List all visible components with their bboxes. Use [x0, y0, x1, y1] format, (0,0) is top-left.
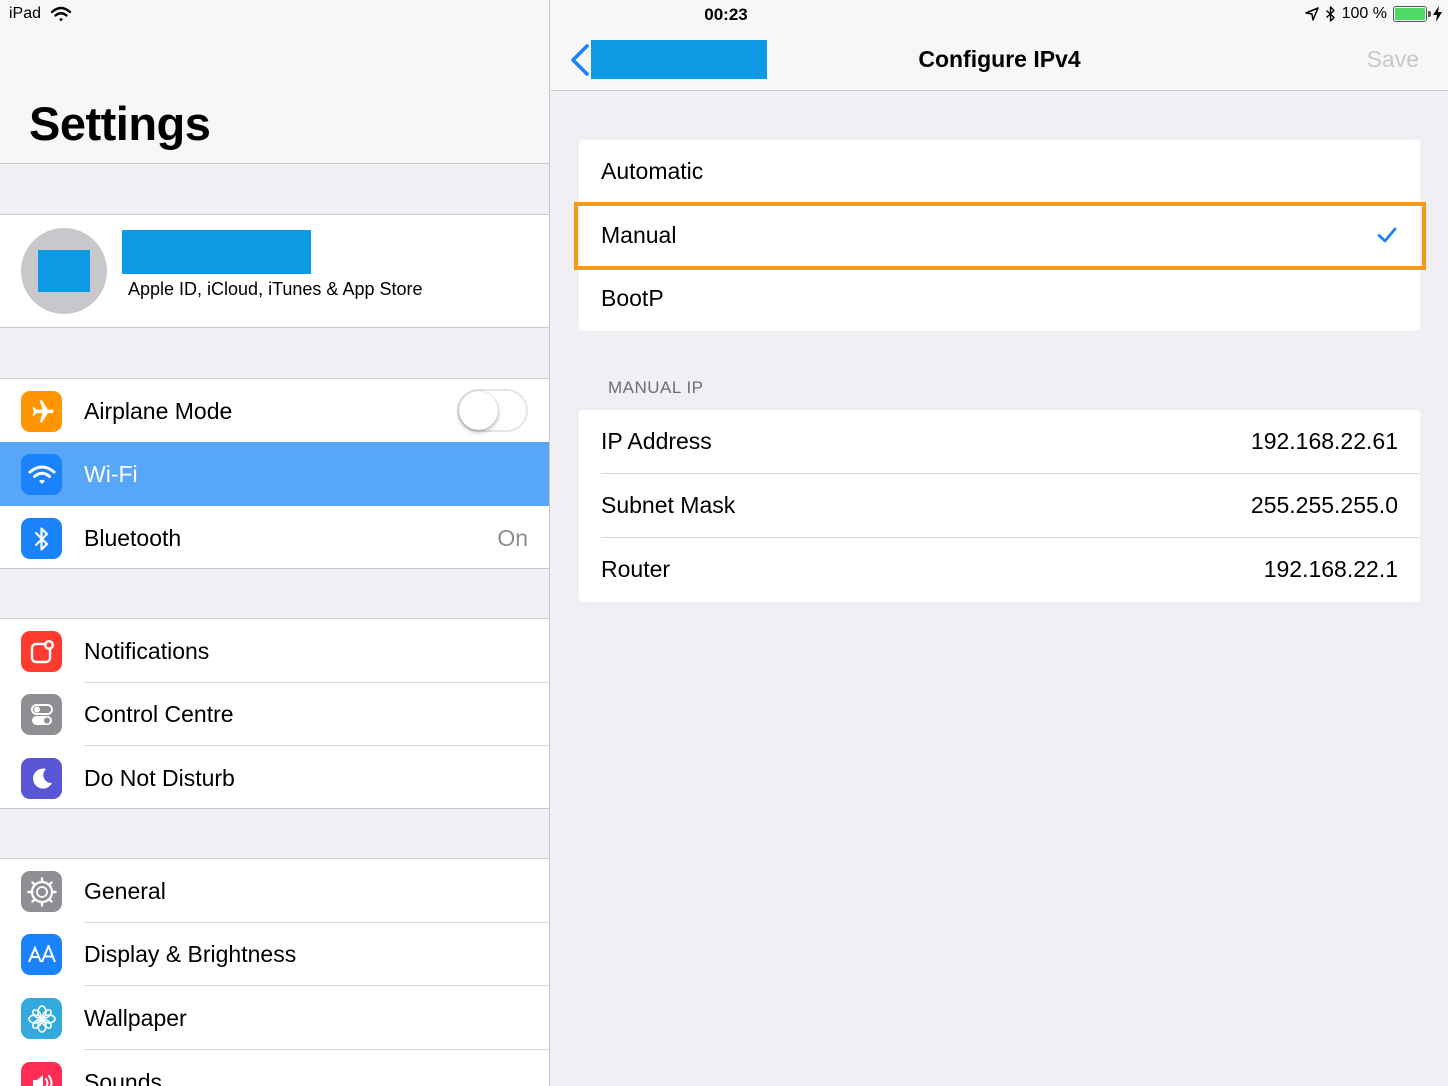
manual-ip-fields: IP Address 192.168.22.61 Subnet Mask 255…	[579, 410, 1420, 602]
avatar	[21, 228, 107, 314]
airplane-mode-toggle[interactable]	[457, 389, 528, 432]
option-label: Manual	[601, 222, 677, 248]
general-group: General Display & Brightness Wallpaper S…	[0, 858, 549, 1086]
sidebar-item-wifi[interactable]: Wi-Fi	[0, 442, 549, 506]
configure-ipv4-pane: Configure IPv4 Save Automatic Manual Boo…	[551, 0, 1448, 1086]
moon-icon	[21, 758, 62, 799]
bluetooth-icon	[21, 518, 62, 559]
sidebar-item-label: Wi-Fi	[84, 461, 138, 487]
subnet-mask-field[interactable]: Subnet Mask 255.255.255.0	[579, 474, 1420, 538]
location-arrow-icon	[1304, 7, 1319, 21]
option-automatic[interactable]: Automatic	[579, 140, 1420, 204]
sidebar-item-display-brightness[interactable]: Display & Brightness	[0, 922, 549, 986]
sidebar-item-airplane-mode[interactable]: Airplane Mode	[0, 379, 549, 443]
sidebar-item-sounds[interactable]: Sounds	[0, 1050, 549, 1086]
wifi-icon	[21, 454, 62, 495]
sidebar-item-label: Notifications	[84, 638, 210, 664]
sidebar-item-general[interactable]: General	[0, 859, 549, 923]
save-button[interactable]: Save	[1367, 46, 1419, 73]
bluetooth-status-value: On	[497, 525, 528, 551]
control-centre-icon	[21, 694, 62, 735]
option-label: BootP	[601, 285, 664, 311]
sidebar-item-wallpaper[interactable]: Wallpaper	[0, 986, 549, 1050]
bluetooth-status-icon	[1325, 6, 1335, 22]
battery-icon	[1393, 6, 1431, 22]
toggle-knob	[459, 391, 498, 430]
field-label: Subnet Mask	[601, 492, 736, 518]
option-label: Automatic	[601, 158, 704, 184]
router-field[interactable]: Router 192.168.22.1	[579, 538, 1420, 602]
option-bootp[interactable]: BootP	[579, 267, 1420, 331]
sidebar-item-label: Display & Brightness	[84, 941, 297, 967]
ip-address-field[interactable]: IP Address 192.168.22.61	[579, 410, 1420, 474]
account-name-redaction	[122, 230, 311, 274]
status-bar: iPad 00:23 100 %	[0, 0, 1448, 30]
apple-id-profile-row[interactable]: Apple ID, iCloud, iTunes & App Store	[0, 214, 549, 328]
manual-ip-section-header: MANUAL IP	[608, 378, 704, 397]
sidebar-item-bluetooth[interactable]: Bluetooth On	[0, 506, 549, 570]
router-value[interactable]: 192.168.22.1	[1264, 556, 1398, 583]
sounds-icon	[21, 1062, 62, 1086]
checkmark-icon	[1377, 227, 1397, 243]
option-manual[interactable]: Manual	[579, 204, 1420, 268]
status-time: 00:23	[704, 5, 748, 24]
nav-title: Configure IPv4	[918, 46, 1081, 72]
sidebar-item-do-not-disturb[interactable]: Do Not Disturb	[0, 746, 549, 810]
airplane-icon	[21, 391, 62, 432]
gear-icon	[21, 871, 62, 912]
ipv4-mode-options: Automatic Manual BootP	[579, 140, 1420, 331]
avatar-redaction	[38, 250, 90, 292]
sidebar-item-label: Wallpaper	[84, 1005, 187, 1031]
subnet-mask-value[interactable]: 255.255.255.0	[1251, 492, 1398, 519]
sidebar-item-label: Do Not Disturb	[84, 765, 235, 791]
status-right: 100 %	[1304, 5, 1442, 23]
page-title: Settings	[29, 97, 211, 150]
display-icon	[21, 934, 62, 975]
sidebar-item-control-centre[interactable]: Control Centre	[0, 682, 549, 746]
sidebar-item-label: General	[84, 878, 166, 904]
charging-bolt-icon	[1433, 6, 1442, 22]
sidebar-item-label: Control Centre	[84, 701, 234, 727]
connectivity-group: Airplane Mode Wi-Fi Bluetooth On	[0, 378, 549, 570]
sidebar-item-label: Airplane Mode	[84, 398, 233, 424]
wallpaper-icon	[21, 998, 62, 1039]
settings-sidebar: Settings Apple ID, iCloud, iTunes & App …	[0, 0, 550, 1086]
profile-subtitle: Apple ID, iCloud, iTunes & App Store	[128, 279, 423, 299]
sidebar-item-label: Sounds	[84, 1069, 163, 1086]
ip-address-value[interactable]: 192.168.22.61	[1251, 428, 1398, 455]
notifications-icon	[21, 631, 62, 672]
sidebar-item-notifications[interactable]: Notifications	[0, 619, 549, 683]
notifications-group: Notifications Control Centre Do Not Dist…	[0, 618, 549, 810]
battery-percent: 100 %	[1341, 5, 1387, 22]
sidebar-item-label: Bluetooth	[84, 525, 182, 551]
field-label: IP Address	[601, 428, 712, 454]
field-label: Router	[601, 556, 671, 582]
